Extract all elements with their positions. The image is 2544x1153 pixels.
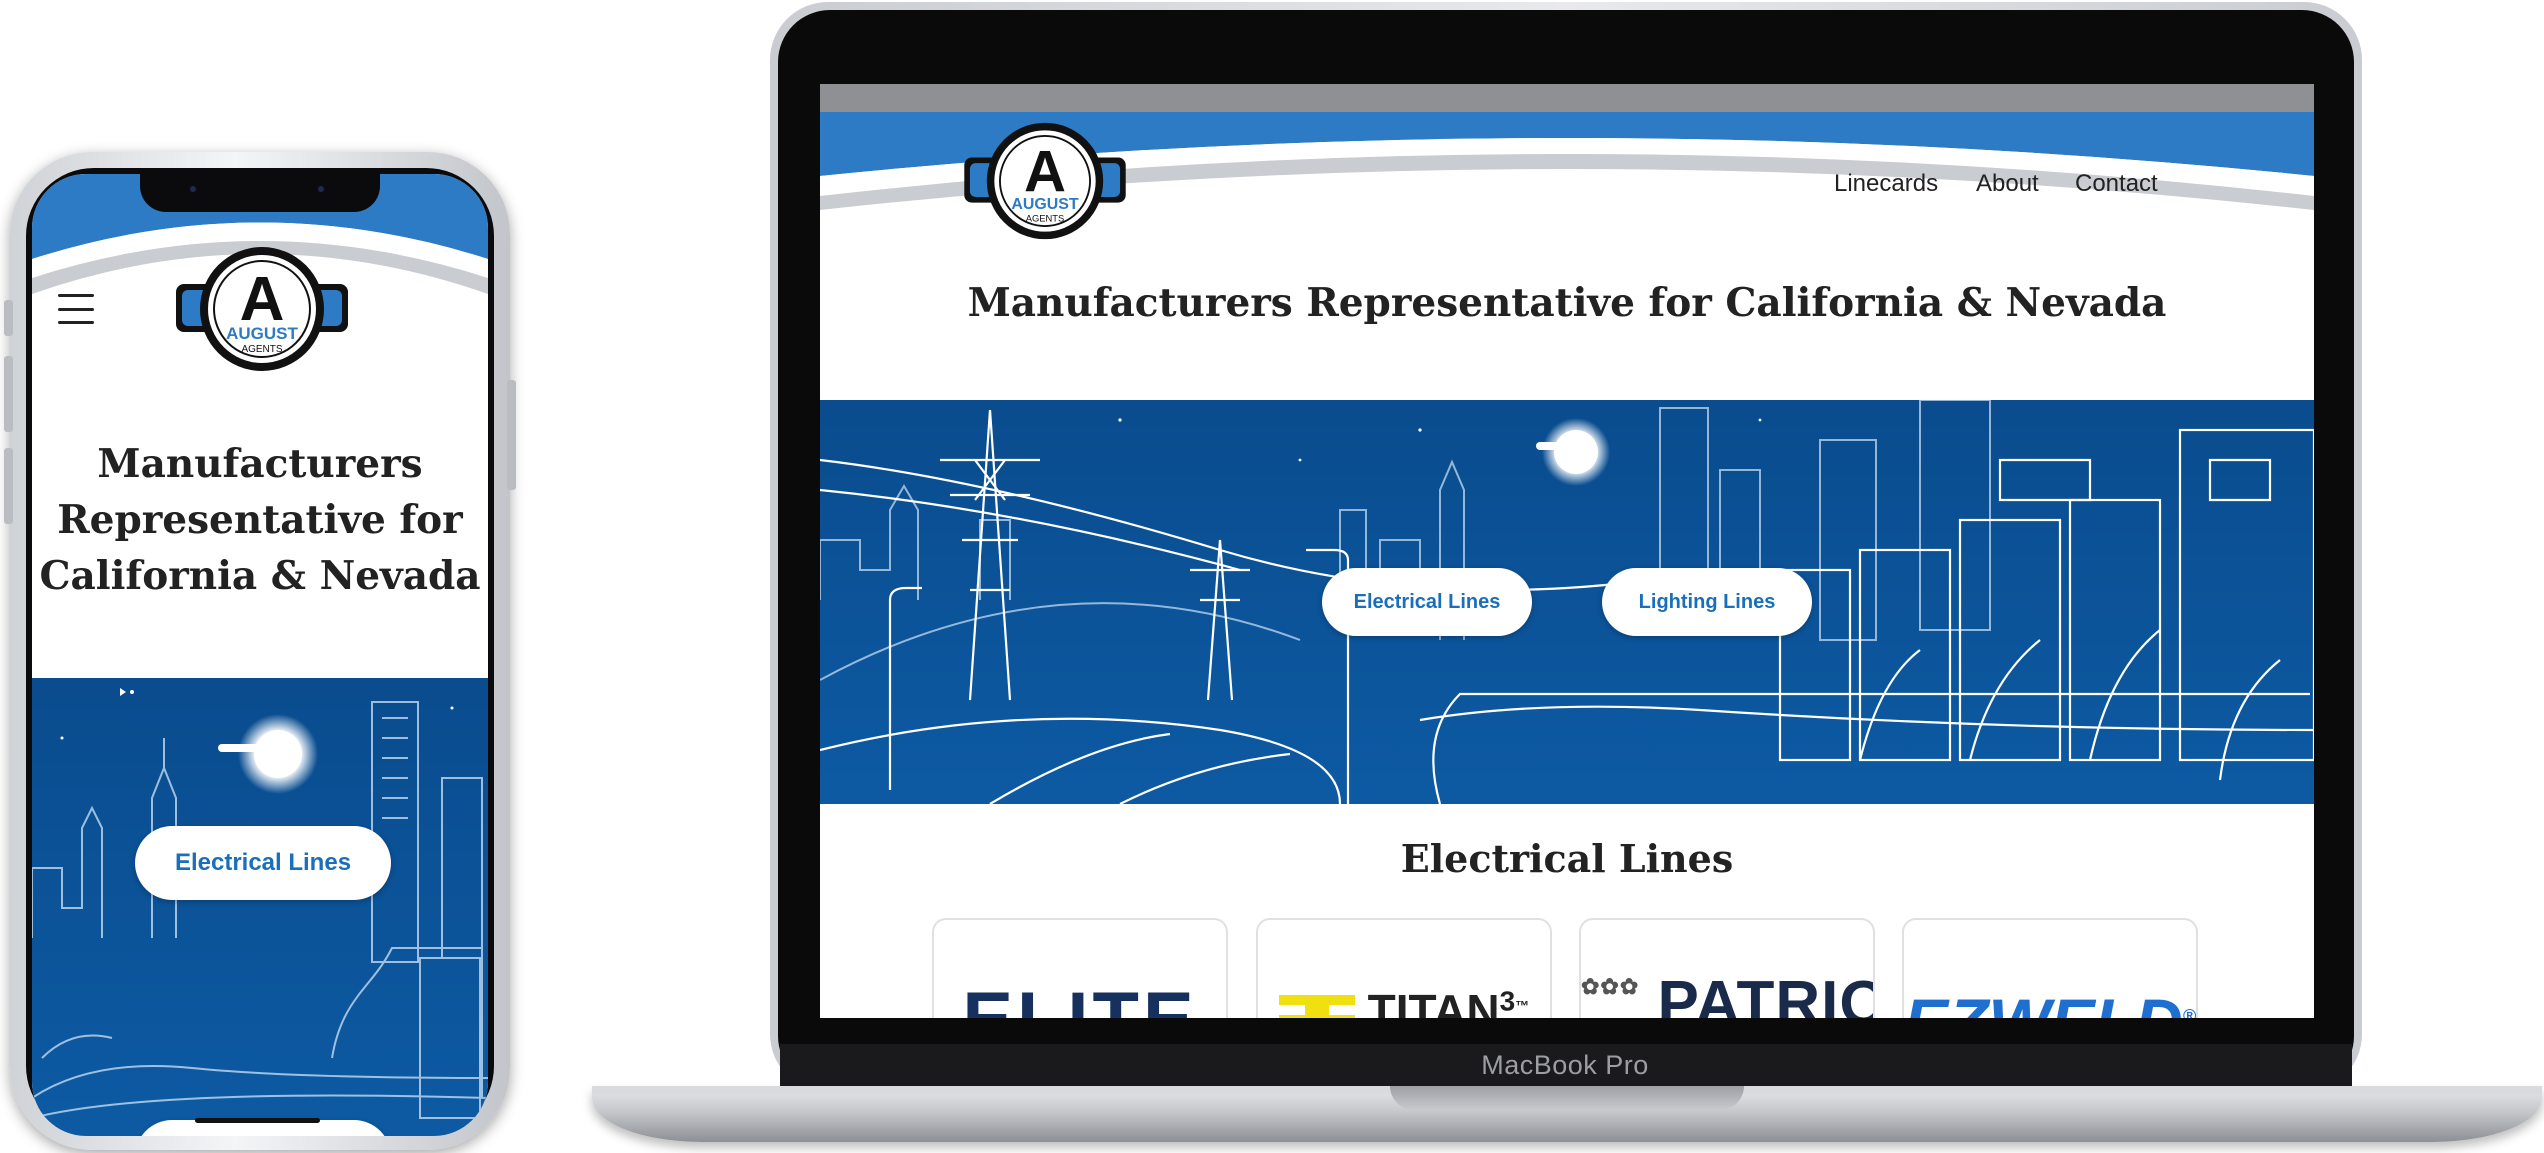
phone-camera bbox=[190, 186, 196, 192]
nav-link-linecards[interactable]: Linecards bbox=[1834, 170, 1938, 198]
home-indicator[interactable] bbox=[195, 1118, 320, 1123]
ezweld-logo-text: EZWELD bbox=[1904, 985, 2183, 1018]
phone-side-button bbox=[4, 448, 13, 524]
logo-sub: AGENTS bbox=[1026, 213, 1065, 223]
electrical-lines-button[interactable]: Electrical Lines bbox=[1322, 568, 1532, 636]
patriot-logo-text: PATRIOT bbox=[1657, 969, 1873, 1018]
logo-name: AUGUST bbox=[226, 324, 298, 343]
patriot-logo: ✿✿✿ PATRIOT bbox=[1581, 968, 1873, 1018]
elite-logo-text: ELITE bbox=[962, 977, 1197, 1018]
manufacturer-card-titan[interactable]: TITAN3™ bbox=[1256, 918, 1552, 1018]
laptop-opening-notch bbox=[1390, 1086, 1744, 1110]
phone-sensor bbox=[318, 186, 324, 192]
titan-logo: TITAN3™ bbox=[1258, 984, 1550, 1018]
page-title: Manufacturers Representative for Califor… bbox=[967, 280, 2167, 326]
nav-link-contact[interactable]: Contact bbox=[2075, 170, 2158, 198]
nav-link-about[interactable]: About bbox=[1976, 170, 2039, 198]
titan-logo-suffix: 3 bbox=[1499, 985, 1516, 1017]
laptop-model-label: MacBook Pro bbox=[1481, 1050, 1649, 1080]
elite-logo: ELITE bbox=[934, 976, 1226, 1018]
titan-mark-icon bbox=[1278, 994, 1355, 1018]
logo-name: AUGUST bbox=[1011, 196, 1079, 213]
ezweld-logo: EZWELD® bbox=[1904, 984, 2196, 1018]
phone-screen: A AUGUST AGENTS Manufacturers Representa… bbox=[32, 174, 488, 1136]
patriot-stars-icon: ✿✿✿ bbox=[1581, 974, 1640, 999]
brand-logo[interactable]: A AUGUST AGENTS bbox=[960, 120, 1130, 242]
hero-illustration bbox=[32, 678, 488, 1136]
electrical-lines-button[interactable]: Electrical Lines bbox=[135, 826, 391, 900]
hamburger-menu-icon[interactable] bbox=[58, 294, 94, 324]
titan-logo-text: TITAN bbox=[1367, 985, 1500, 1018]
ezweld-logo-reg: ® bbox=[2182, 1006, 2196, 1018]
logo-sub: AGENTS bbox=[241, 344, 282, 355]
title-line: Manufacturers bbox=[97, 441, 423, 487]
manufacturer-card-ezweld[interactable]: EZWELD® bbox=[1902, 918, 2198, 1018]
phone-side-button bbox=[4, 300, 13, 336]
phone-side-button bbox=[4, 356, 13, 432]
hero-illustration bbox=[820, 400, 2314, 804]
laptop-screen: A AUGUST AGENTS Linecards About Contact … bbox=[820, 84, 2314, 1018]
title-line: California & Nevada bbox=[39, 553, 481, 599]
lighting-lines-button[interactable]: Lighting Lines bbox=[1602, 568, 1812, 636]
manufacturer-card-patriot[interactable]: ✿✿✿ PATRIOT bbox=[1579, 918, 1875, 1018]
brand-logo[interactable]: A AUGUST AGENTS bbox=[172, 244, 352, 374]
titan-logo-tm: ™ bbox=[1515, 997, 1530, 1014]
phone-side-button bbox=[507, 380, 516, 490]
page-title: Manufacturers Representative for Califor… bbox=[32, 436, 488, 604]
phone-notch bbox=[140, 174, 380, 212]
logo-letter: A bbox=[1024, 139, 1066, 204]
section-title: Electrical Lines bbox=[1400, 836, 1734, 881]
title-line: Representative for bbox=[57, 497, 463, 543]
manufacturer-card-elite[interactable]: ELITE bbox=[932, 918, 1228, 1018]
